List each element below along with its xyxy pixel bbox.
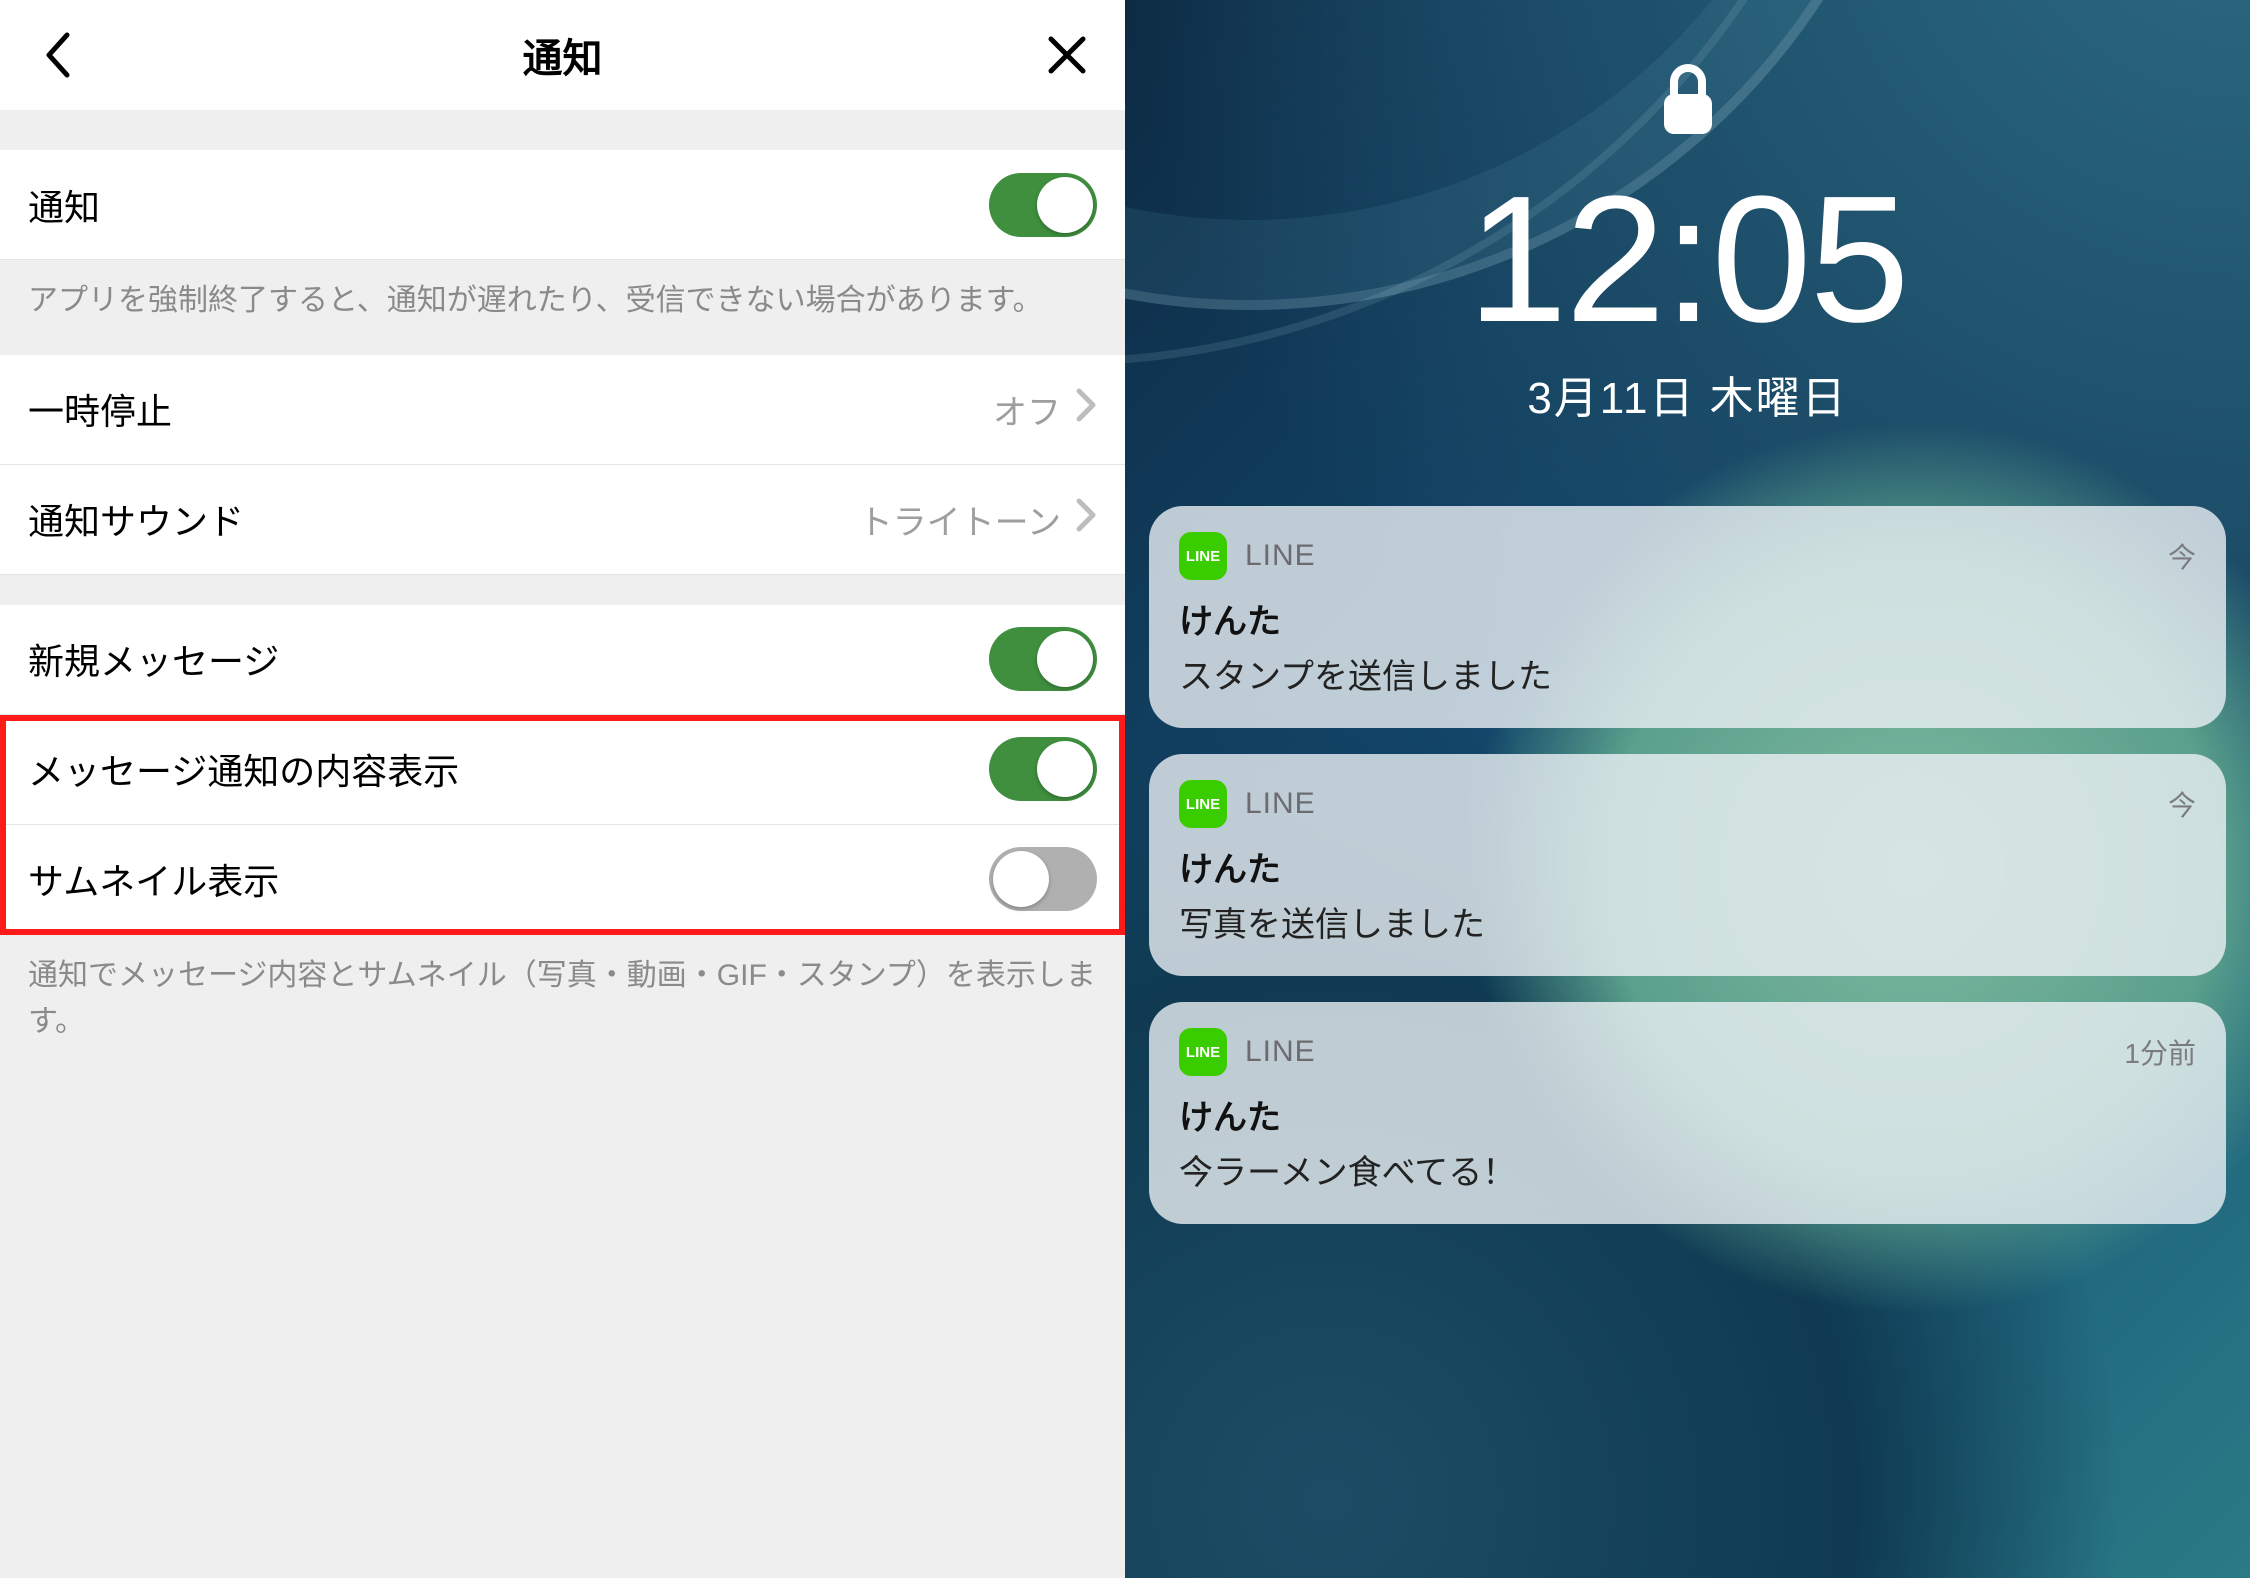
line-app-icon: LINE [1179, 780, 1227, 828]
notification-app-name: LINE [1245, 787, 2168, 821]
lockscreen-date: 3月11日 木曜日 [1527, 362, 1847, 426]
row-value: トライトーン [859, 495, 1061, 544]
highlighted-rows: メッセージ通知の内容表示 サムネイル表示 [0, 715, 1125, 935]
page-title: 通知 [523, 26, 603, 84]
settings-body: 通知 アプリを強制終了すると、通知が遅れたり、受信できない場合があります。 一時… [0, 150, 1125, 1578]
notification-card[interactable]: LINE LINE 今 けんた 写真を送信しました [1149, 754, 2226, 976]
notification-header: LINE LINE 今 [1179, 780, 2196, 828]
notification-sender: けんた [1179, 594, 2196, 643]
row-label: メッセージ通知の内容表示 [28, 743, 989, 795]
toggle-notifications[interactable] [989, 173, 1097, 237]
notification-sender: けんた [1179, 842, 2196, 891]
notification-card[interactable]: LINE LINE 1分前 けんた 今ラーメン食べてる！ [1149, 1002, 2226, 1224]
lockscreen-pane: 12:05 3月11日 木曜日 LINE LINE 今 けんた スタンプを送信し… [1125, 0, 2250, 1578]
notification-body: 写真を送信しました [1179, 897, 2196, 946]
chevron-left-icon [43, 31, 73, 79]
line-app-icon: LINE [1179, 1028, 1227, 1076]
section-gap [0, 575, 1125, 605]
chevron-right-icon [1075, 387, 1097, 432]
toggle-knob [1037, 741, 1093, 797]
line-app-icon: LINE [1179, 532, 1227, 580]
notification-header: LINE LINE 今 [1179, 532, 2196, 580]
back-button[interactable] [28, 25, 88, 85]
notification-body: スタンプを送信しました [1179, 649, 2196, 698]
lock-icon [1658, 60, 1718, 140]
close-button[interactable] [1037, 25, 1097, 85]
row-label: 通知 [28, 179, 989, 231]
notification-app-name: LINE [1245, 539, 2168, 573]
row-label: 通知サウンド [28, 493, 859, 545]
notification-header: LINE LINE 1分前 [1179, 1028, 2196, 1076]
row-show-content: メッセージ通知の内容表示 [0, 715, 1125, 825]
toggle-knob [1037, 177, 1093, 233]
lockscreen-clock: 12:05 [1467, 170, 1907, 350]
row-new-message: 新規メッセージ [0, 605, 1125, 715]
toggle-show-thumbnail[interactable] [989, 847, 1097, 911]
row-show-thumbnail: サムネイル表示 [0, 825, 1125, 935]
chevron-right-icon [1075, 497, 1097, 542]
toggle-knob [1037, 631, 1093, 687]
notification-time: 今 [2168, 784, 2196, 824]
row-value: オフ [993, 385, 1061, 434]
notification-app-name: LINE [1245, 1035, 2124, 1069]
lockscreen-header: 12:05 3月11日 木曜日 [1125, 0, 2250, 426]
notification-time: 今 [2168, 536, 2196, 576]
row-label: 一時停止 [28, 383, 993, 435]
toggle-show-content[interactable] [989, 737, 1097, 801]
notification-card[interactable]: LINE LINE 今 けんた スタンプを送信しました [1149, 506, 2226, 728]
helper-text: アプリを強制終了すると、通知が遅れたり、受信できない場合があります。 [0, 260, 1125, 355]
notification-sender: けんた [1179, 1090, 2196, 1139]
notification-list: LINE LINE 今 けんた スタンプを送信しました LINE LINE 今 … [1125, 506, 2250, 1224]
helper-text: 通知でメッセージ内容とサムネイル（写真・動画・GIF・スタンプ）を表示します。 [0, 935, 1125, 1076]
row-pause[interactable]: 一時停止 オフ [0, 355, 1125, 465]
notification-body: 今ラーメン食べてる！ [1179, 1145, 2196, 1194]
settings-pane: 通知 通知 アプリを強制終了すると、通知が遅れたり、受信できない場合があります。… [0, 0, 1125, 1578]
row-label: サムネイル表示 [28, 853, 989, 905]
toggle-new-message[interactable] [989, 627, 1097, 691]
settings-navbar: 通知 [0, 0, 1125, 110]
notification-time: 1分前 [2124, 1032, 2196, 1072]
toggle-knob [993, 851, 1049, 907]
close-icon [1046, 34, 1088, 76]
row-notifications: 通知 [0, 150, 1125, 260]
row-label: 新規メッセージ [28, 633, 989, 685]
row-sound[interactable]: 通知サウンド トライトーン [0, 465, 1125, 575]
